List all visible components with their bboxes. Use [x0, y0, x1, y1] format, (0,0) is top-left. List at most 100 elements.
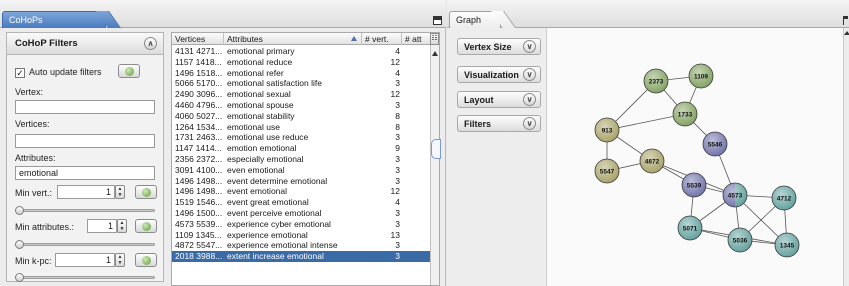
graph-node-label: 5071 — [683, 226, 698, 233]
visualization-label: Visualization — [464, 70, 519, 80]
table-row[interactable]: 1496 1518... emotional refer 4 — [172, 68, 432, 79]
table-row[interactable]: 2018 3988... extent increase emotional 3 — [172, 251, 432, 262]
visualization-button[interactable]: Visualization ∨ — [457, 66, 541, 83]
column-header-num-att[interactable]: # att — [402, 33, 432, 45]
min-attributes-slider-knob[interactable] — [15, 240, 24, 249]
tab-cohops[interactable]: CoHoPs — [2, 11, 106, 28]
min-vert-row: Min vert.: 1 ▲ ▼ — [15, 185, 157, 203]
splitter-handle[interactable] — [431, 139, 441, 159]
table-row[interactable]: 4460 4796... emotional spouse 3 — [172, 100, 432, 111]
min-attributes-input[interactable]: 1 — [87, 219, 117, 233]
table-row[interactable]: 1109 1345... experience emotional 13 — [172, 230, 432, 241]
maximize-window-icon[interactable] — [843, 16, 848, 25]
min-attributes-slider[interactable] — [17, 243, 155, 246]
filters-panel-body: ✓ Auto update filters Vertex: Vertices: A… — [7, 55, 163, 286]
min-kpc-apply-button[interactable] — [135, 253, 157, 267]
column-header-num-vert[interactable]: # vert. — [362, 33, 402, 45]
graph-node[interactable]: 5539 — [681, 172, 707, 198]
table-row[interactable]: 1264 1534... emotional use 8 — [172, 122, 432, 133]
graph-node[interactable]: 1109 — [688, 63, 714, 89]
cell-num-vert: 4 — [395, 46, 400, 56]
scroll-up-arrow-icon[interactable] — [844, 31, 849, 35]
scroll-up-arrow-icon[interactable] — [432, 51, 438, 56]
cell-num-vert: 3 — [395, 251, 400, 262]
min-kpc-slider[interactable] — [17, 276, 155, 279]
min-attributes-apply-button[interactable] — [135, 219, 157, 233]
table-row[interactable]: 4573 5539... experience cyber emotional 3 — [172, 219, 432, 230]
min-vert-stepper[interactable]: ▲ ▼ — [115, 185, 125, 199]
cell-attributes: event emotional — [227, 186, 288, 197]
graph-node[interactable]: 1733 — [672, 101, 698, 127]
table-row[interactable]: 1496 1498... event emotional 12 — [172, 186, 432, 197]
auto-update-row: ✓ Auto update filters — [15, 64, 155, 87]
graph-node[interactable]: 5546 — [702, 131, 728, 157]
graph-node[interactable]: 2373 — [643, 68, 669, 94]
table-row[interactable]: 2490 3096... emotional sexual 12 — [172, 89, 432, 100]
table-row[interactable]: 1731 2463... emotional use reduce 3 — [172, 132, 432, 143]
column-chooser-icon[interactable]: ☷ — [430, 33, 439, 45]
table-row[interactable]: 1496 1498... event determine emotional 3 — [172, 176, 432, 187]
filters-button[interactable]: Filters ∨ — [457, 115, 541, 132]
cell-num-vert: 3 — [395, 240, 400, 251]
table-row[interactable]: 4872 5547... experience emotional intense… — [172, 240, 432, 251]
cell-attributes: emotional refer — [227, 67, 284, 78]
attributes-input[interactable]: emotional — [15, 166, 155, 180]
cell-num-vert: 8 — [395, 110, 400, 121]
table-row[interactable]: 2356 2372... especially emotional 3 — [172, 154, 432, 165]
layout-button[interactable]: Layout ∨ — [457, 91, 541, 108]
graph-node-label: 2373 — [649, 79, 664, 86]
graph-node[interactable]: 5547 — [594, 158, 620, 184]
table-row[interactable]: 5066 5170... emotional satisfaction life 3 — [172, 78, 432, 89]
table-row[interactable]: 1496 1500... event perceive emotional 3 — [172, 208, 432, 219]
min-vert-slider[interactable] — [17, 209, 155, 212]
vertex-size-button[interactable]: Vertex Size ∨ — [457, 38, 541, 55]
vertex-field-row — [15, 99, 155, 119]
vertex-label-row: Vertex: — [15, 87, 155, 99]
refresh-filters-button[interactable] — [118, 64, 140, 78]
graph-node[interactable]: 5036 — [727, 227, 753, 253]
collapse-chevron-icon[interactable]: ∧ — [144, 37, 157, 50]
tab-graph[interactable]: Graph — [449, 11, 501, 28]
maximize-window-icon[interactable] — [433, 16, 442, 25]
graph-node[interactable]: 913 — [594, 117, 620, 143]
vertex-label: Vertex: — [15, 87, 44, 97]
graph-node[interactable]: 5071 — [677, 215, 703, 241]
column-header-vertices[interactable]: Vertices — [172, 33, 224, 45]
vertex-input[interactable] — [15, 100, 155, 114]
min-kpc-stepper[interactable]: ▲ ▼ — [115, 253, 125, 267]
graph-node[interactable]: 4712 — [771, 185, 797, 211]
table-row[interactable]: 4131 4271... emotional primary 4 — [172, 46, 432, 57]
table-scrollbar[interactable] — [430, 45, 439, 285]
min-kpc-slider-knob[interactable] — [15, 273, 24, 282]
min-kpc-input[interactable]: 1 — [55, 253, 115, 267]
cell-attributes: experience emotional intense — [227, 240, 338, 251]
graph-node-label: 5546 — [708, 142, 723, 149]
expand-chevron-icon: ∨ — [523, 68, 536, 81]
graph-scrollbar[interactable] — [843, 28, 849, 286]
column-header-attributes[interactable]: Attributes — [224, 33, 362, 45]
min-attributes-stepper[interactable]: ▲ ▼ — [117, 219, 127, 233]
min-vert-apply-button[interactable] — [135, 185, 157, 199]
min-attributes-slider-row — [15, 237, 155, 253]
cell-num-vert: 13 — [390, 229, 400, 240]
table-row[interactable]: 1157 1418... emotional reduce 12 — [172, 57, 432, 68]
graph-node[interactable]: 4872 — [639, 148, 665, 174]
table-row[interactable]: 1147 1414... emotion emotional 9 — [172, 143, 432, 154]
auto-update-label: Auto update filters — [29, 67, 102, 77]
auto-update-checkbox[interactable]: ✓ — [15, 67, 25, 78]
min-kpc-slider-row — [15, 271, 155, 285]
refresh-icon — [142, 222, 151, 231]
min-vert-input[interactable]: 1 — [57, 185, 115, 199]
cell-vertices: 1109 1345... — [175, 229, 222, 240]
table-row[interactable]: 4060 5027... emotional stability 8 — [172, 111, 432, 122]
table-row[interactable]: 1519 1546... event great emotional 4 — [172, 197, 432, 208]
min-vert-slider-knob[interactable] — [15, 206, 24, 215]
vertices-input[interactable] — [15, 134, 155, 148]
min-attributes-row: Min attributes.: 1 ▲ ▼ — [15, 219, 157, 237]
graph-window: Graph 2373 1109 1733 913 5546 4872 5547 5539 457… — [447, 0, 849, 286]
graph-node[interactable]: 4573 — [722, 182, 748, 208]
table-row[interactable]: 3091 4100... even emotional 3 — [172, 165, 432, 176]
refresh-icon — [125, 67, 134, 76]
cell-num-vert: 3 — [395, 175, 400, 186]
graph-node[interactable]: 1345 — [774, 232, 800, 258]
